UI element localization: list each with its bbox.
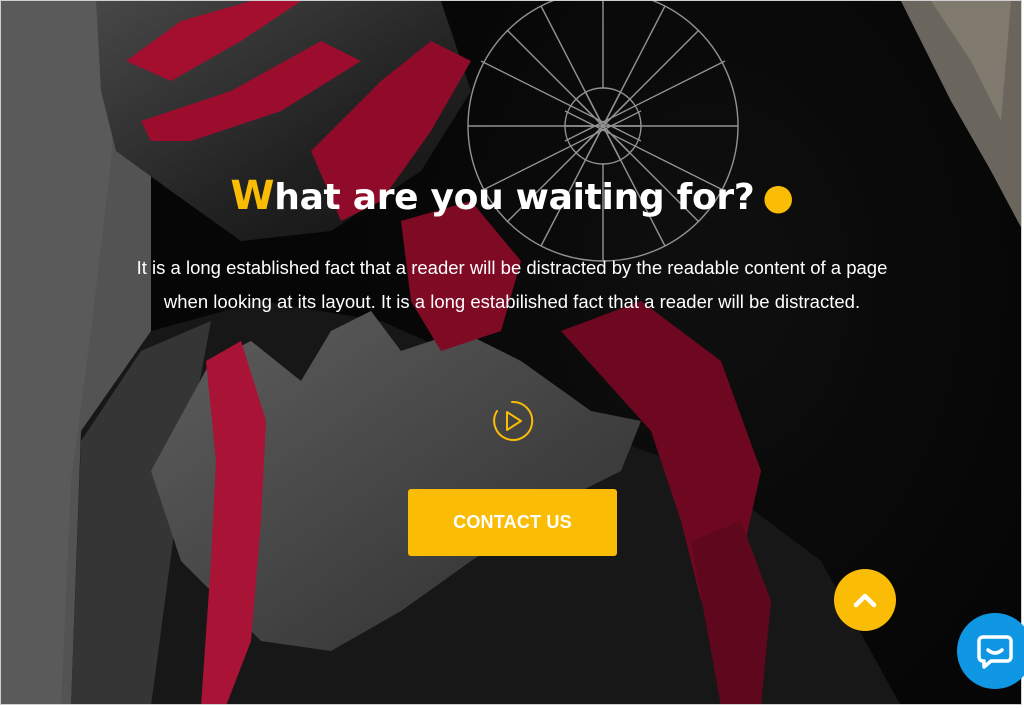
play-circle-icon xyxy=(493,400,534,441)
contact-us-button[interactable]: CONTACT US xyxy=(408,489,617,556)
chat-bubble-icon xyxy=(977,635,1013,669)
live-chat-button[interactable] xyxy=(957,613,1024,689)
section-lead-text: It is a long established fact that a rea… xyxy=(136,257,888,312)
headline-text: hat are you waiting for? xyxy=(274,177,755,218)
scroll-to-top-button[interactable] xyxy=(834,569,896,631)
chevron-up-icon xyxy=(853,593,877,608)
headline-first-letter: W xyxy=(230,173,275,219)
section-headline: What are you waiting for? ● xyxy=(1,173,1021,219)
play-video-button[interactable] xyxy=(490,399,534,443)
headline-dot: ● xyxy=(762,177,794,218)
